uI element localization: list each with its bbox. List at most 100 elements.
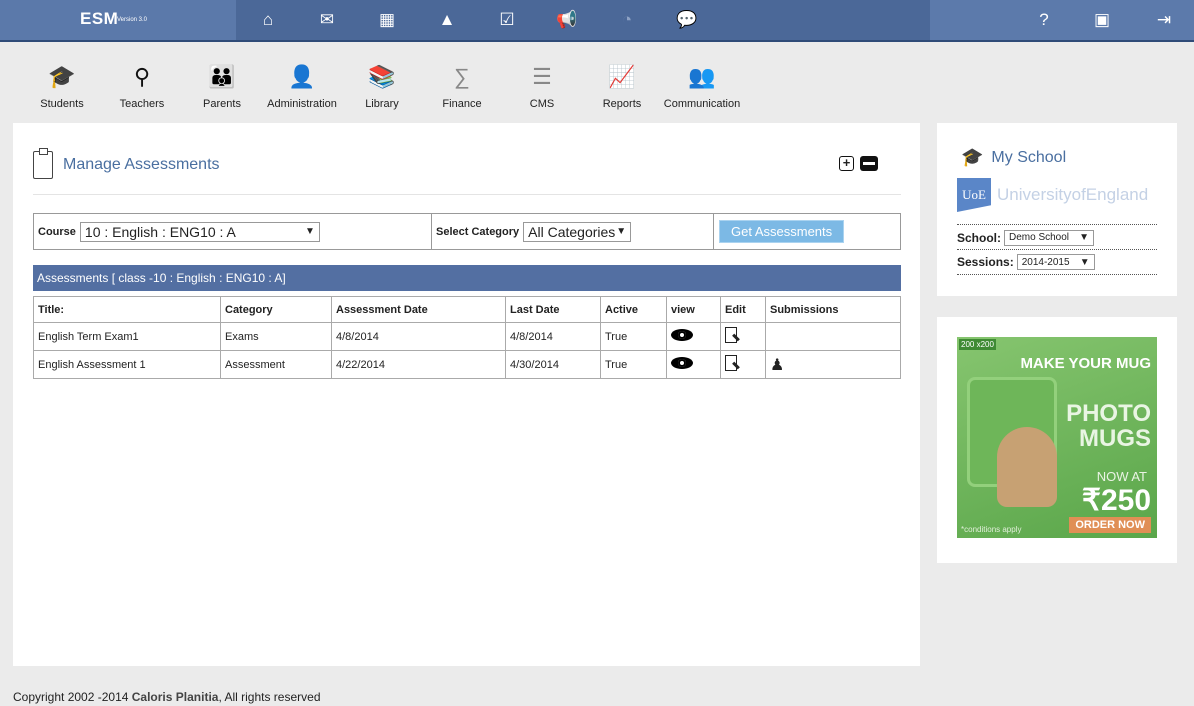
category-select-value: All Categories <box>528 223 616 240</box>
divider <box>33 194 901 195</box>
chevron-down-icon: ▼ <box>1079 256 1090 268</box>
brand[interactable]: ESM Version 3.0 <box>0 0 236 40</box>
col-last-date: Last Date <box>505 296 601 323</box>
cell-category: Assessment <box>220 350 332 379</box>
course-select[interactable]: 10 : English : ENG10 : A ▼ <box>79 221 320 242</box>
module-communication[interactable]: 👥 Communication <box>662 62 742 110</box>
parents-icon: 👪 <box>208 64 236 89</box>
module-label: CMS <box>529 98 555 110</box>
assessments-table: Title: Category Assessment Date Last Dat… <box>33 296 901 379</box>
calendar-icon[interactable]: ▦ <box>375 8 399 32</box>
photo-image <box>997 427 1057 507</box>
chevron-down-icon: ▼ <box>1079 232 1089 243</box>
teacher-icon: ⚲ <box>133 64 151 89</box>
view-eye-icon[interactable] <box>671 329 693 341</box>
module-label: Finance <box>442 98 482 110</box>
col-view: view <box>666 296 721 323</box>
ad-headline: MAKE YOUR MUG <box>1020 355 1151 372</box>
module-label: Library <box>365 98 399 110</box>
sessions-select-value: 2014-2015 <box>1021 256 1070 268</box>
table-header-row: Title: Category Assessment Date Last Dat… <box>33 296 901 323</box>
school-row: School: Demo School ▼ <box>957 224 1157 250</box>
cell-assessment-date: 4/8/2014 <box>331 322 506 351</box>
col-active: Active <box>600 296 667 323</box>
top-right-bar: ? ▣ ⇥ <box>930 0 1194 40</box>
home-icon[interactable]: ⌂ <box>256 8 280 32</box>
course-select-value: 10 : English : ENG10 : A <box>84 223 236 240</box>
col-assessment-date: Assessment Date <box>331 296 506 323</box>
get-assessments-button[interactable]: Get Assessments <box>719 220 845 243</box>
ad-order-button[interactable]: ORDER NOW <box>1069 517 1151 533</box>
school-logo: UoE UniversityofEngland <box>957 178 1148 212</box>
chevron-down-icon: ▼ <box>305 226 315 237</box>
announcement-icon[interactable]: 📢 <box>555 8 579 32</box>
admin-icon: 👤 <box>288 64 316 89</box>
module-label: Reports <box>602 98 642 110</box>
page-title: Manage Assessments <box>63 156 220 173</box>
brand-name: ESM <box>80 9 119 28</box>
mail-icon[interactable]: ✉ <box>315 8 339 32</box>
cell-assessment-date: 4/22/2014 <box>331 350 506 379</box>
edit-icon[interactable] <box>725 355 737 371</box>
school-select[interactable]: Demo School ▼ <box>1004 229 1094 246</box>
get-assessments-cell: Get Assessments <box>714 214 900 249</box>
rss-icon[interactable]: ◔ <box>615 8 639 32</box>
school-label: School: <box>957 230 1001 245</box>
reports-icon: 📈 <box>608 64 636 89</box>
cell-last-date: 4/8/2014 <box>505 322 601 351</box>
my-school-header: 🎓 My School <box>961 147 1066 168</box>
category-label: Select Category <box>436 225 520 238</box>
category-filter: Select Category All Categories ▼ <box>432 214 714 249</box>
submissions-user-icon[interactable]: ♟ <box>770 357 784 374</box>
cell-edit <box>720 350 766 379</box>
finance-icon: ∑ <box>454 64 470 89</box>
module-students[interactable]: 🎓 Students <box>22 62 102 110</box>
help-icon[interactable]: ? <box>1032 8 1056 32</box>
cell-title: English Assessment 1 <box>33 350 221 379</box>
logout-icon[interactable]: ⇥ <box>1152 8 1176 32</box>
student-icon: 🎓 <box>48 64 76 89</box>
course-filter: Course 10 : English : ENG10 : A ▼ <box>34 214 432 249</box>
module-teachers[interactable]: ⚲ Teachers <box>102 62 182 110</box>
module-parents[interactable]: 👪 Parents <box>182 62 262 110</box>
main-panel: Manage Assessments + Course 10 : English… <box>13 123 920 666</box>
page-tools: + <box>839 156 878 171</box>
sessions-select[interactable]: 2014-2015 ▼ <box>1016 254 1095 270</box>
ad-banner[interactable]: 200 x200 MAKE YOUR MUG PHOTO MUGS NOW AT… <box>957 337 1157 538</box>
add-icon[interactable]: + <box>839 156 854 171</box>
module-library[interactable]: 📚 Library <box>342 62 422 110</box>
profile-card-icon[interactable]: ▣ <box>1090 8 1114 32</box>
cell-category: Exams <box>220 322 332 351</box>
school-select-value: Demo School <box>1009 232 1070 243</box>
col-title: Title: <box>33 296 221 323</box>
print-icon[interactable] <box>860 156 878 171</box>
module-label: Administration <box>267 98 337 110</box>
alert-icon[interactable]: ▲ <box>435 8 459 32</box>
table-heading: Assessments [ class -10 : English : ENG1… <box>33 265 901 291</box>
course-label: Course <box>38 225 76 238</box>
module-label: Communication <box>663 98 741 110</box>
graduate-icon: 🎓 <box>961 147 984 167</box>
communication-icon: 👥 <box>688 64 716 89</box>
module-reports[interactable]: 📈 Reports <box>582 62 662 110</box>
ad-now-at: NOW AT <box>1096 469 1147 484</box>
footer-company[interactable]: Caloris Planitia <box>132 690 219 704</box>
cms-icon: ☰ <box>532 64 552 89</box>
view-eye-icon[interactable] <box>671 357 693 369</box>
module-nav: 🎓 Students ⚲ Teachers 👪 Parents 👤 Admini… <box>0 44 1194 120</box>
edit-icon[interactable] <box>725 327 737 343</box>
module-administration[interactable]: 👤 Administration <box>262 62 342 110</box>
footer: Copyright 2002 -2014 Caloris Planitia, A… <box>13 690 321 704</box>
my-school-title: My School <box>991 148 1067 166</box>
ad-note: *conditions apply <box>961 525 1022 534</box>
module-finance[interactable]: ∑ Finance <box>422 62 502 110</box>
tasks-icon[interactable]: ☑ <box>495 8 519 32</box>
cell-view <box>666 322 721 351</box>
col-category: Category <box>220 296 332 323</box>
chat-icon[interactable]: 💬 <box>675 8 699 32</box>
school-logo-name: UniversityofEngland <box>997 185 1149 204</box>
table-row: English Assessment 1 Assessment 4/22/201… <box>33 350 901 379</box>
module-cms[interactable]: ☰ CMS <box>502 62 582 110</box>
top-bar: ESM Version 3.0 ⌂ ✉ ▦ ▲ ☑ 📢 ◔ 💬 ? ▣ ⇥ <box>0 0 1194 42</box>
category-select[interactable]: All Categories ▼ <box>523 221 632 242</box>
